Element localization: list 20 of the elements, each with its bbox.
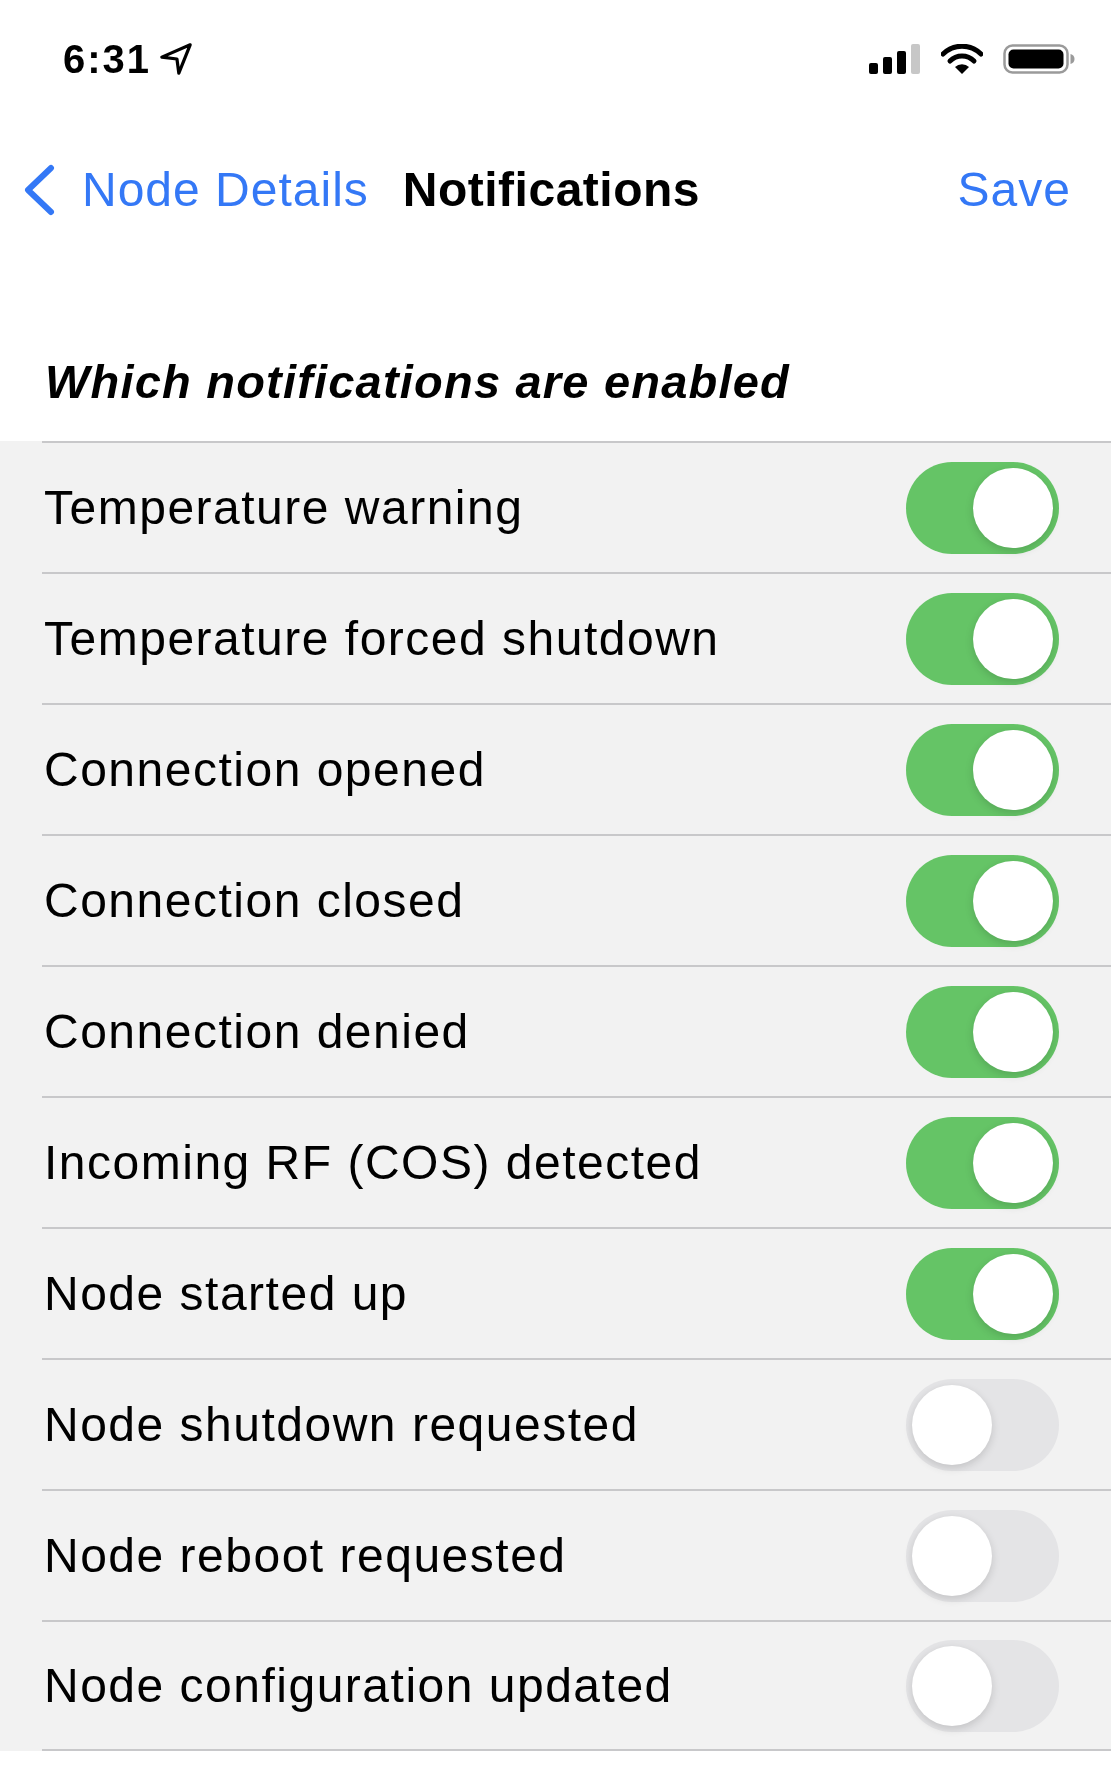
setting-label: Connection denied xyxy=(44,1003,470,1060)
location-arrow-icon xyxy=(159,42,194,76)
setting-label: Node configuration updated xyxy=(44,1657,673,1714)
chevron-left-icon xyxy=(22,164,56,216)
nav-title: Notifications xyxy=(402,162,700,218)
battery-icon xyxy=(1003,44,1075,74)
setting-label: Node started up xyxy=(44,1265,409,1322)
section-header: Which notifications are enabled xyxy=(45,355,790,409)
setting-label: Connection opened xyxy=(44,741,486,798)
setting-label: Temperature forced shutdown xyxy=(44,610,720,667)
wifi-icon xyxy=(941,44,983,74)
save-button[interactable]: Save xyxy=(957,162,1071,218)
back-button[interactable]: Node Details xyxy=(22,162,369,218)
setting-label: Node shutdown requested xyxy=(44,1396,639,1453)
setting-label: Node reboot requested xyxy=(44,1527,567,1584)
signal-icon xyxy=(869,44,921,74)
setting-label: Temperature warning xyxy=(44,479,524,536)
status-time: 6:31 xyxy=(63,36,152,82)
setting-label: Connection closed xyxy=(44,872,465,929)
setting-label: Incoming RF (COS) detected xyxy=(44,1134,702,1191)
